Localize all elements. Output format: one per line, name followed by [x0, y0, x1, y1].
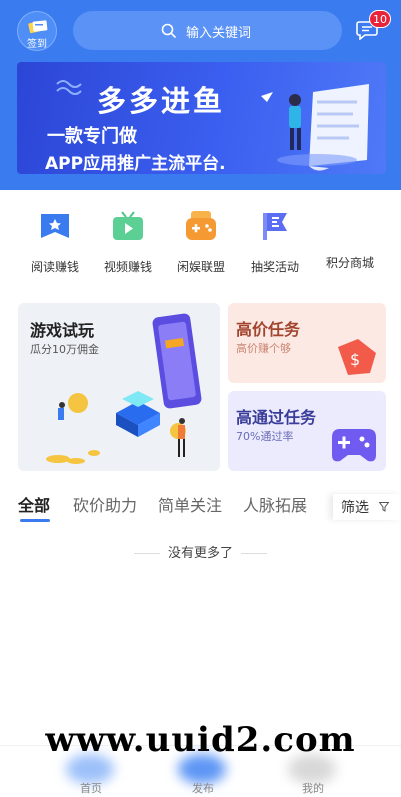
search-icon	[161, 23, 176, 38]
nav-label-entertainment: 闲娱联盟	[176, 260, 225, 274]
high-pass-subtitle: 70%通过率	[236, 430, 294, 443]
signin-button[interactable]: 签到	[17, 11, 57, 51]
quick-nav: 阅读赚钱 视频赚钱 闲娱联盟 抽奖活动 积分商城	[0, 210, 401, 280]
banner-line1: 一款专门做	[47, 126, 137, 147]
divider-right	[241, 553, 267, 554]
message-count-badge: 10	[369, 10, 391, 28]
gamepad-icon	[186, 211, 216, 240]
game-trial-illustration	[46, 313, 202, 464]
bottom-nav-publish[interactable]: 发布	[192, 780, 214, 796]
nav-label-points-mall: 积分商城	[325, 256, 374, 270]
nav-item-entertainment[interactable]: 闲娱联盟	[164, 210, 238, 275]
high-price-subtitle: 高价赚个够	[236, 342, 291, 355]
tab-all[interactable]: 全部	[18, 492, 50, 516]
game-trial-card[interactable]: 游戏试玩 瓜分10万佣金	[18, 303, 220, 471]
filter-label: 筛选	[341, 500, 369, 516]
tab-network[interactable]: 人脉拓展	[243, 492, 307, 516]
flag-icon	[263, 213, 287, 240]
high-price-title: 高价任务	[236, 320, 301, 339]
promo-banner[interactable]: 多多进鱼 一款专门做 APP应用推广主流平台.	[17, 62, 386, 174]
high-pass-title: 高通过任务	[236, 408, 317, 427]
search-placeholder: 输入关键词	[186, 26, 252, 41]
tab-simple-follow[interactable]: 简单关注	[158, 492, 222, 516]
banner-line2: APP应用推广主流平台.	[45, 154, 226, 174]
dollar-tag-icon: $	[338, 339, 376, 375]
svg-text:$: $	[350, 350, 360, 369]
nav-item-lottery[interactable]: 抽奖活动	[238, 210, 312, 275]
empty-text: 没有更多了	[167, 546, 233, 561]
nav-label-video: 视频赚钱	[103, 260, 152, 274]
header-bar: 签到 输入关键词 10 多多进鱼 一款专门做 APP应用推广主流平台.	[0, 0, 401, 190]
controller-icon	[332, 429, 376, 462]
banner-title: 多多进鱼	[97, 84, 226, 118]
empty-state: 没有更多了	[0, 542, 401, 561]
divider-left	[133, 553, 160, 554]
nav-label-reading: 阅读赚钱	[30, 260, 79, 274]
high-price-task-card[interactable]: 高价任务 高价赚个够 $	[228, 303, 386, 383]
filter-button[interactable]: 筛选	[333, 494, 401, 520]
category-tabs: 全部 砍价助力 简单关注 人脉拓展 筛选	[0, 490, 401, 524]
nav-item-points-mall[interactable]: 积分商城	[313, 210, 387, 271]
high-pass-task-card[interactable]: 高通过任务 70%通过率	[228, 391, 386, 471]
watermark-text: www.uuid2.com	[45, 720, 356, 760]
bottom-nav-home[interactable]: 首页	[80, 780, 102, 796]
tab-bargain[interactable]: 砍价助力	[73, 492, 137, 516]
search-input[interactable]: 输入关键词	[73, 11, 342, 50]
nav-item-reading[interactable]: 阅读赚钱	[18, 210, 92, 275]
tv-play-icon	[113, 211, 143, 240]
nav-item-video[interactable]: 视频赚钱	[91, 210, 165, 275]
nav-label-lottery: 抽奖活动	[250, 260, 299, 274]
signin-label: 签到	[27, 39, 47, 50]
checkin-cards-icon	[28, 20, 48, 34]
filter-funnel-icon	[379, 502, 389, 512]
bottom-nav-profile[interactable]: 我的	[302, 780, 324, 796]
shop-icon	[334, 210, 366, 242]
book-star-icon	[41, 214, 69, 238]
active-tab-indicator	[20, 519, 50, 522]
